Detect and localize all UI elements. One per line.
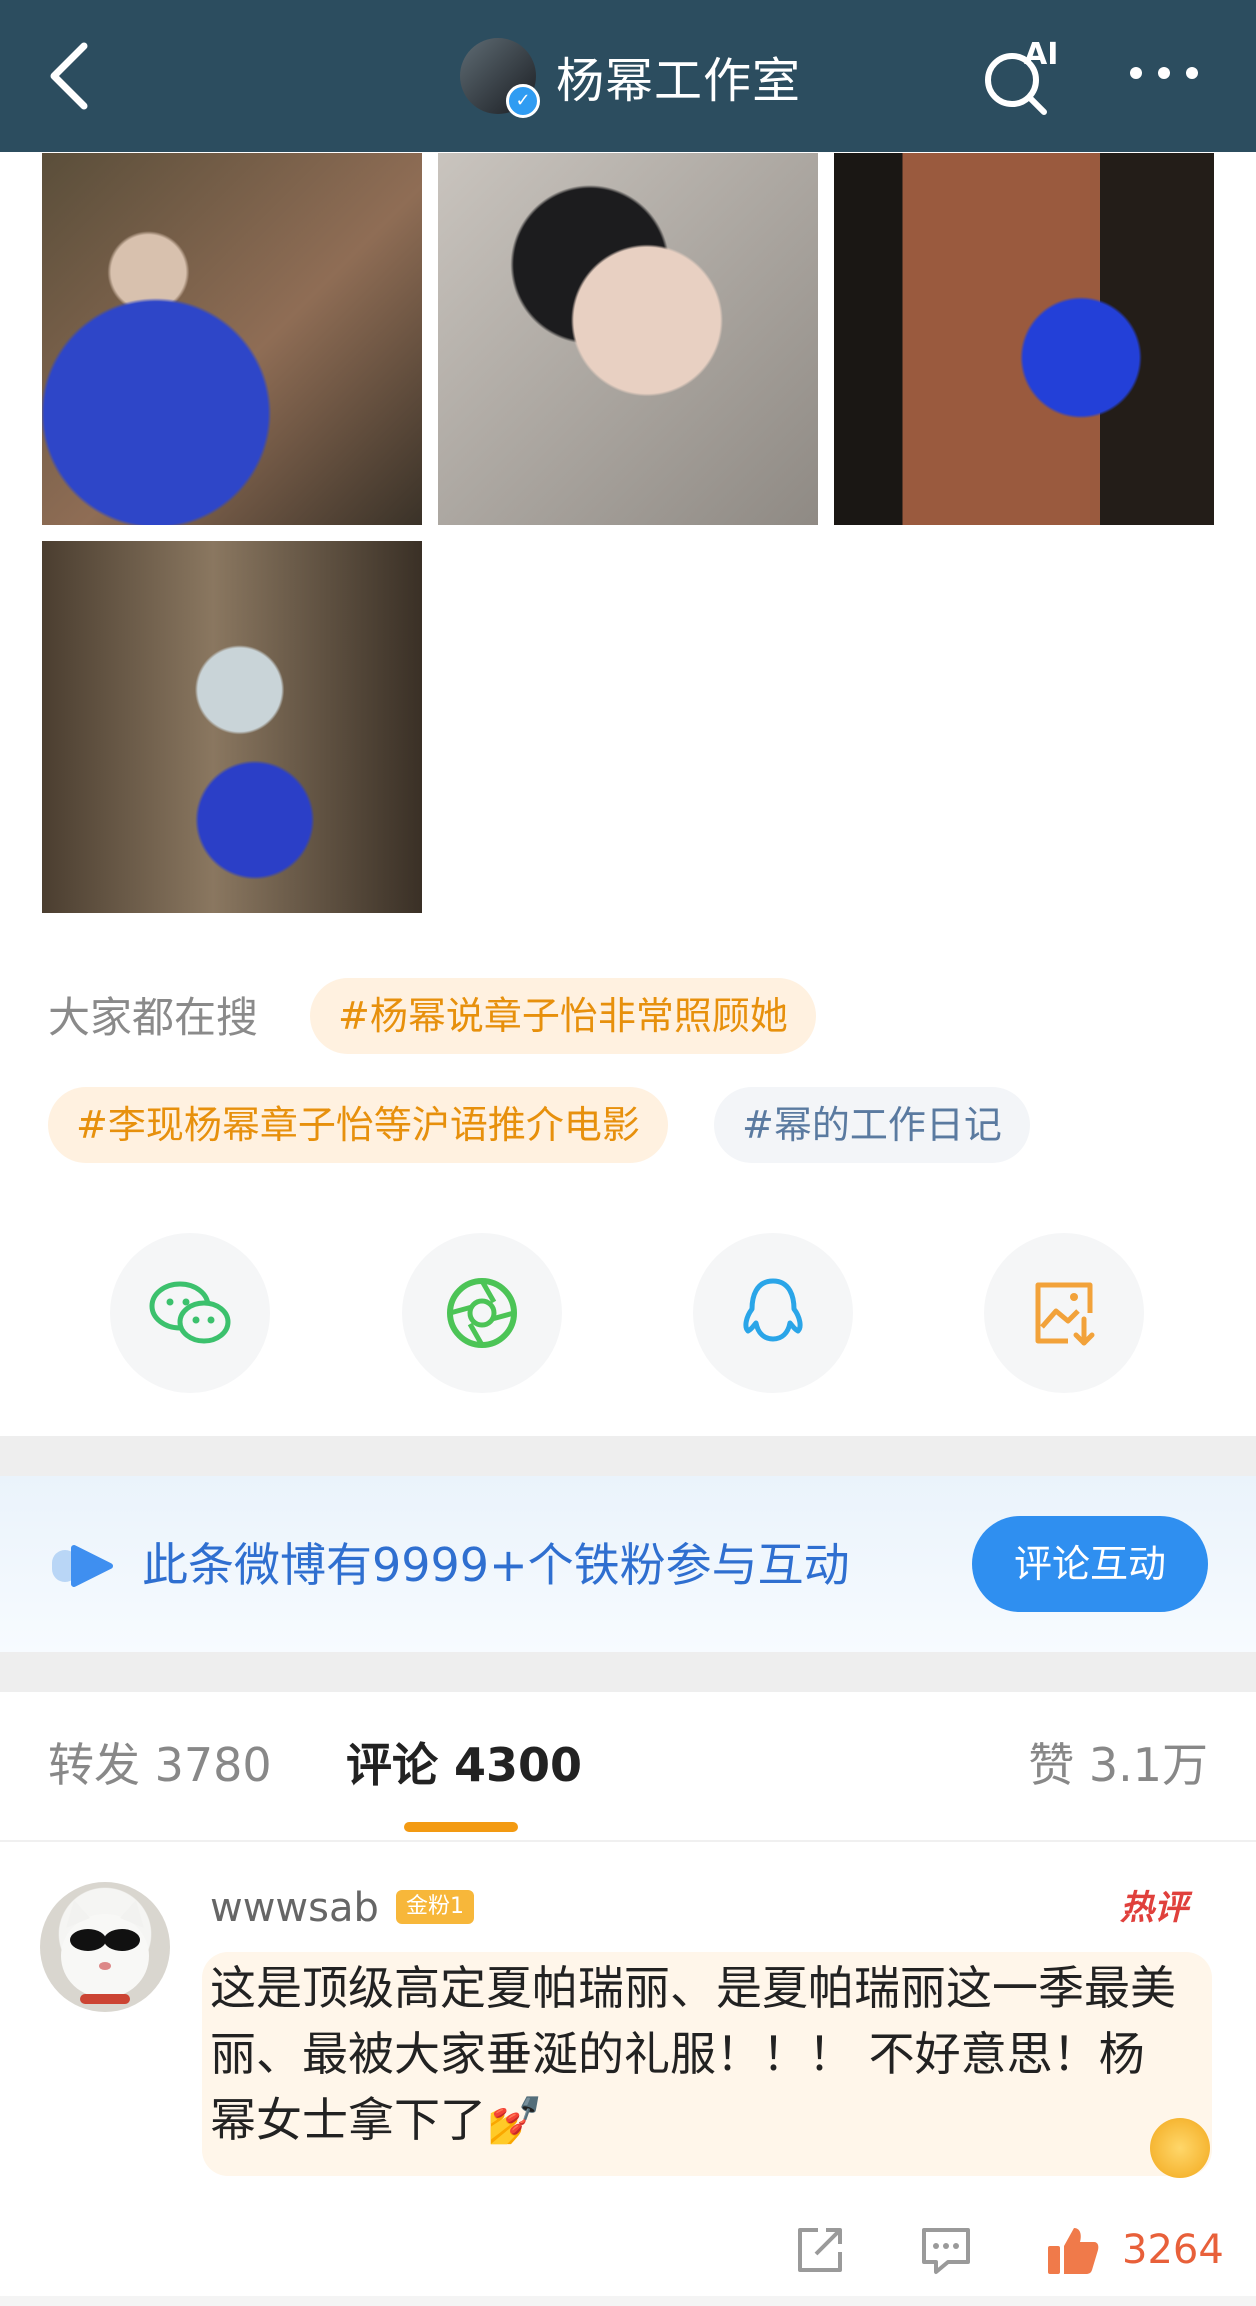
like-icon[interactable] — [1044, 2222, 1100, 2278]
hot-comment-label: 热评 — [1120, 1888, 1188, 1928]
more-icon[interactable] — [1124, 48, 1204, 98]
qq-icon — [743, 1278, 803, 1342]
share-wechat-button[interactable] — [110, 1233, 270, 1393]
fan-level-badge: 金粉1 — [396, 1890, 474, 1924]
bottom-divider — [0, 2296, 1256, 2306]
hot-search-tag-3[interactable]: #幂的工作日记 — [714, 1087, 1030, 1163]
medal-icon — [1150, 2118, 1210, 2178]
hot-search-tag-1[interactable]: #杨幂说章子怡非常照顾她 — [310, 978, 816, 1054]
hot-search-tag-2[interactable]: #李现杨幂章子怡等沪语推介电影 — [48, 1087, 668, 1163]
comment-like-count: 3264 — [1122, 2227, 1224, 2273]
post-photo-3[interactable] — [834, 153, 1214, 525]
moments-icon — [447, 1278, 517, 1348]
post-photo-1[interactable] — [42, 153, 422, 525]
ai-label: AI — [1024, 37, 1058, 72]
active-tab-indicator — [404, 1822, 518, 1832]
commenter-name[interactable]: wwwsab — [210, 1878, 379, 1938]
save-image-icon — [1035, 1282, 1095, 1346]
post-photo-4[interactable] — [42, 541, 422, 913]
account-avatar[interactable]: ✓ — [460, 38, 540, 118]
share-qq-button[interactable] — [693, 1233, 853, 1393]
hot-search-label: 大家都在搜 — [48, 993, 259, 1042]
fan-interaction-icon — [52, 1545, 113, 1587]
wechat-icon — [149, 1281, 231, 1344]
share-moments-button[interactable] — [402, 1233, 562, 1393]
verified-icon: ✓ — [506, 84, 540, 118]
tab-divider — [0, 1840, 1256, 1842]
page-title: 杨幂工作室 — [556, 53, 802, 109]
comment-text: 这是顶级高定夏帕瑞丽、是夏帕瑞丽这一季最美丽、最被大家垂涎的礼服！！！ 不好意思… — [210, 1961, 1176, 2147]
section-divider — [0, 1652, 1256, 1692]
cat-sunglasses-avatar-icon — [61, 1900, 149, 2004]
tab-like[interactable]: 赞 3.1万 — [1028, 1730, 1208, 1800]
commenter-avatar[interactable] — [40, 1882, 170, 2012]
section-divider — [0, 1436, 1256, 1476]
account-title[interactable]: ✓ 杨幂工作室 — [460, 36, 802, 118]
comment-interaction-button[interactable]: 评论互动 — [972, 1516, 1208, 1612]
share-icon[interactable] — [792, 2222, 848, 2278]
save-image-button[interactable] — [984, 1233, 1144, 1393]
reply-icon[interactable] — [918, 2222, 974, 2278]
ai-search-icon[interactable]: AI — [980, 36, 1060, 116]
tab-repost[interactable]: 转发 3780 — [48, 1730, 272, 1800]
tab-comment[interactable]: 评论 4300 — [346, 1730, 582, 1800]
chevron-left-icon[interactable] — [40, 38, 100, 114]
post-photo-2[interactable] — [438, 153, 818, 525]
fan-interaction-text: 此条微博有9999+个铁粉参与互动 — [142, 1538, 850, 1592]
